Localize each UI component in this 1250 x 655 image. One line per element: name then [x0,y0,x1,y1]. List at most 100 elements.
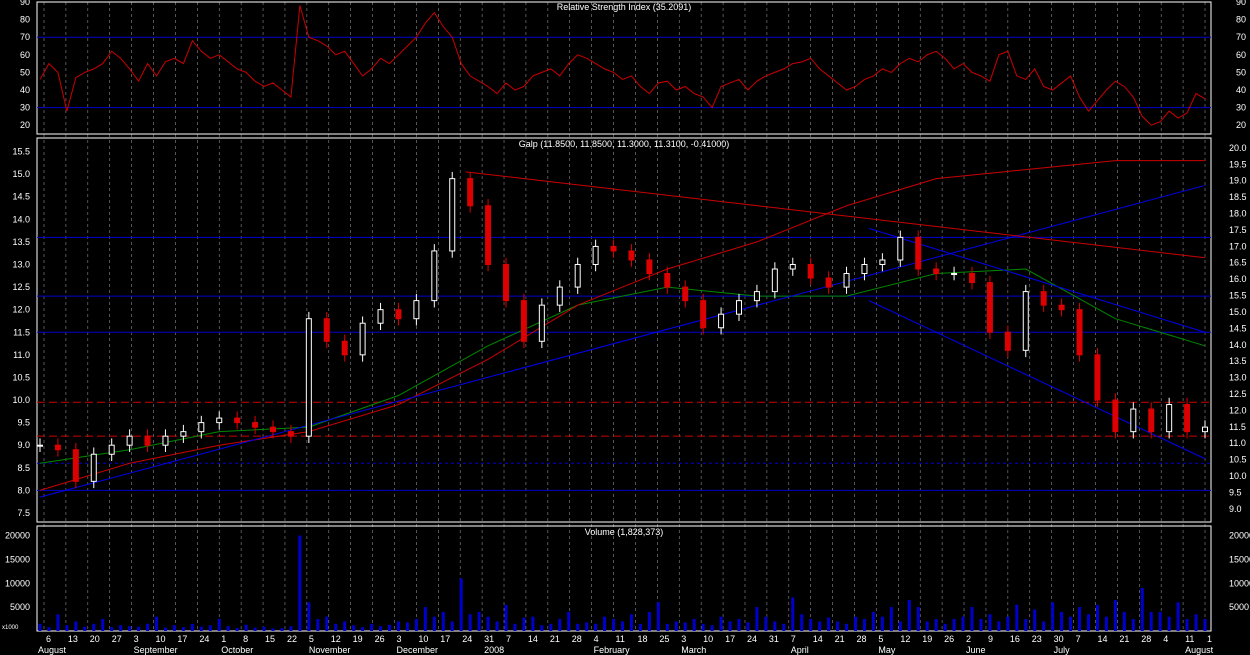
volume-bar [280,628,284,631]
price-ytick-right-label: 9.0 [1229,504,1242,514]
volume-bar [423,607,427,631]
candle-body [413,300,420,320]
volume-bar [271,628,275,631]
volume-ytick-label-right: 10000 [1229,578,1250,588]
volume-bar [1158,611,1162,631]
volume-bar [432,616,436,631]
price-ytick-label: 7.5 [17,508,30,518]
rsi-ytick-label: 40 [20,85,30,95]
x-day-label: 13 [68,634,78,644]
x-day-label: 10 [418,634,428,644]
volume-bar [441,611,445,631]
volume-bar [907,599,911,631]
volume-bar [701,623,705,631]
candle-body [592,245,599,265]
volume-bar [800,614,804,631]
candle-body [180,431,187,437]
volume-bar [1131,619,1135,631]
price-ytick-right-label: 16.0 [1229,274,1247,284]
x-month-label: October [221,645,253,655]
x-day-label: 31 [484,634,494,644]
x-day-label: 21 [835,634,845,644]
price-ytick-right-label: 11.5 [1229,422,1246,432]
price-ytick-right-label: 19.0 [1229,176,1247,186]
volume-bar [92,623,96,631]
x-day-label: 2 [966,634,971,644]
price-ytick-label: 13.5 [12,237,30,247]
candle-body [377,309,384,324]
candle-body [485,205,492,265]
volume-bar [585,622,589,631]
price-ytick-label: 11.5 [13,327,30,337]
price-ytick-right-label: 10.5 [1229,455,1247,465]
volume-bar [217,619,221,631]
rsi-ytick-label-right: 30 [1236,103,1246,113]
x-day-label: 10 [703,634,713,644]
candle-body [126,435,133,446]
volume-bar [845,623,849,631]
x-day-label: 7 [506,634,511,644]
candle-body [359,322,366,356]
volume-bar [1194,614,1198,631]
volume-bar [298,535,302,631]
price-ytick-label: 15.0 [12,169,30,179]
price-ytick-right-label: 10.0 [1229,471,1247,481]
volume-bar [163,627,167,631]
candle-body [538,304,545,342]
volume-bar [459,578,463,631]
rsi-ytick-label: 30 [20,103,30,113]
candle-body [341,340,348,356]
volume-bar [1203,619,1207,631]
volume-bar [110,627,114,631]
volume-bar [1122,611,1126,631]
candle-body [682,286,689,302]
rsi-ytick-label-right: 80 [1236,15,1246,25]
candle-body [1040,291,1047,306]
volume-bar [414,619,418,631]
volume-bar [916,607,920,631]
x-month-label: March [681,645,706,655]
rsi-ytick-label-right: 90 [1236,0,1246,7]
volume-bar [343,621,347,631]
volume-bar [710,625,714,631]
volume-bar [65,625,69,631]
candle-body [1058,304,1065,311]
x-day-label: 22 [287,634,297,644]
volume-bar [746,622,750,631]
x-day-label: 20 [90,634,100,644]
x-month-label: December [396,645,438,655]
candle-body [1184,404,1191,433]
candle-body [646,259,653,275]
volume-bar [1069,616,1073,631]
price-ytick-label: 8.5 [17,463,30,473]
x-day-label: 12 [900,634,910,644]
x-day-label: 28 [572,634,582,644]
x-day-label: 3 [396,634,401,644]
volume-bar [692,619,696,631]
x-day-label: 31 [769,634,779,644]
candle-body [503,263,509,302]
x-day-label: 23 [1032,634,1042,644]
volume-bar [880,616,884,631]
x-day-label: 14 [528,634,538,644]
volume-bar [988,614,992,631]
volume-bar [289,626,293,631]
x-month-label: September [134,645,178,655]
price-ytick-right-label: 16.5 [1229,258,1247,268]
candle-body [753,291,760,302]
price-ytick-label: 11.0 [13,350,30,360]
candle-body [861,263,868,275]
volume-ytick-label-right: 20000 [1229,531,1250,541]
volume-bar [791,597,795,631]
volume-bar [567,611,571,631]
volume-bar [1185,619,1189,631]
x-day-label: 12 [331,634,341,644]
candle-body [395,309,402,320]
volume-bar [504,604,508,631]
volume-bar [1140,588,1144,631]
x-month-label: June [966,645,986,655]
volume-bar [997,621,1001,631]
candle-body [108,444,115,455]
candle-body [54,444,61,451]
stock-chart: Relative Strength Index (35.2091) 20 20 30… [0,0,1250,655]
